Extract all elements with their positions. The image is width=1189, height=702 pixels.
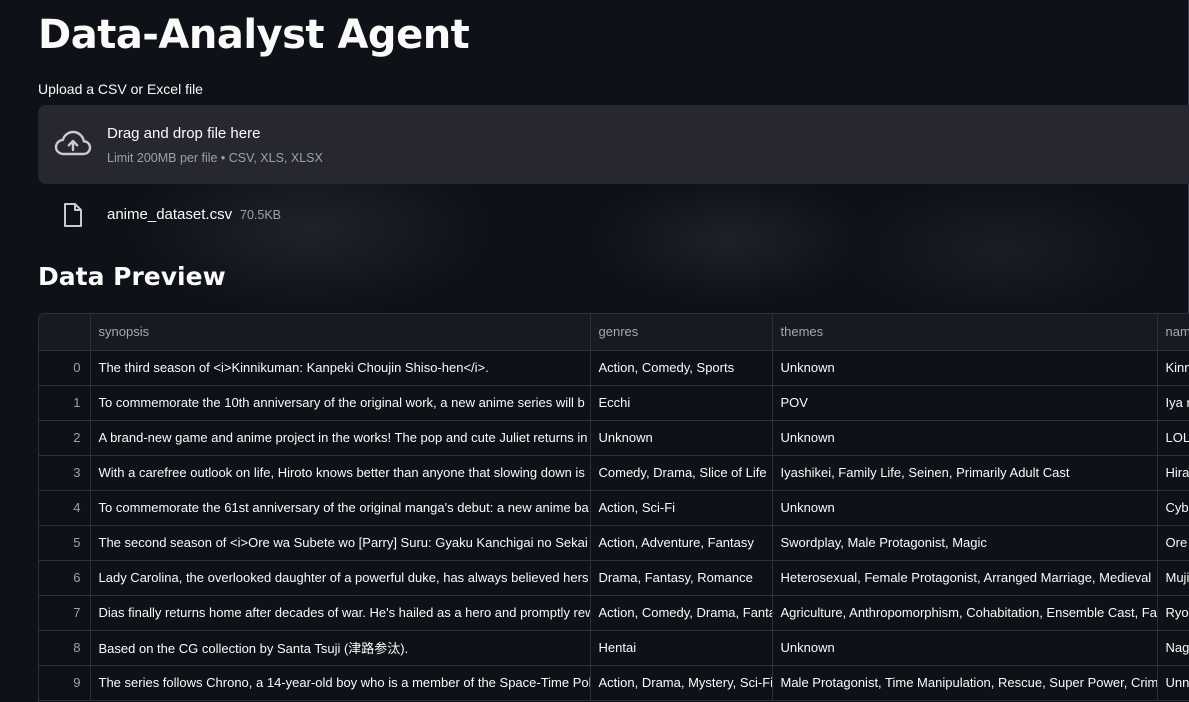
synopsis-cell[interactable]: To commemorate the 10th anniversary of t… <box>90 385 591 421</box>
themes-cell[interactable]: Unknown <box>772 420 1158 456</box>
row-index-cell[interactable]: 9 <box>39 665 91 701</box>
name-cell[interactable]: Ore <box>1157 525 1189 561</box>
table-row: 3 With a carefree outlook on life, Hiroto… <box>39 455 1189 491</box>
name-cell[interactable]: Nag <box>1157 630 1189 666</box>
uploaded-file-size: 70.5KB <box>240 208 282 222</box>
table-row: 9 The series follows Chrono, a 14-year-ol… <box>39 665 1189 701</box>
row-index-cell[interactable]: 2 <box>39 420 91 456</box>
data-preview-heading: Data Preview <box>38 262 226 291</box>
genres-cell[interactable]: Action, Comedy, Drama, Fanta <box>590 595 773 631</box>
data-preview-table: synopsis genres themes nam 0 The third se… <box>39 314 1189 701</box>
synopsis-cell[interactable]: With a carefree outlook on life, Hiroto … <box>90 455 591 491</box>
synopsis-cell[interactable]: The third season of <i>Kinnikuman: Kanpe… <box>90 350 591 386</box>
synopsis-cell[interactable]: A brand-new game and anime project in th… <box>90 420 591 456</box>
page-title: Data-Analyst Agent <box>38 12 470 58</box>
themes-cell[interactable]: Agriculture, Anthropomorphism, Cohabitat… <box>772 595 1158 631</box>
table-row: 0 The third season of <i>Kinnikuman: Kanp… <box>39 350 1189 386</box>
column-header-genres[interactable]: genres <box>590 314 773 351</box>
name-cell[interactable]: Unn <box>1157 665 1189 701</box>
genres-cell[interactable]: Action, Drama, Mystery, Sci-Fi <box>590 665 773 701</box>
themes-cell[interactable]: POV <box>772 385 1158 421</box>
synopsis-cell[interactable]: Based on the CG collection by Santa Tsuj… <box>90 630 591 666</box>
themes-cell[interactable]: Swordplay, Male Protagonist, Magic <box>772 525 1158 561</box>
column-header-themes[interactable]: themes <box>772 314 1158 351</box>
uploaded-file-item: anime_dataset.csv 70.5KB <box>38 196 1188 234</box>
genres-cell[interactable]: Hentai <box>590 630 773 666</box>
column-header-index[interactable] <box>39 314 91 351</box>
row-index-cell[interactable]: 0 <box>39 350 91 386</box>
name-cell[interactable]: Ryou <box>1157 595 1189 631</box>
row-index-cell[interactable]: 8 <box>39 630 91 666</box>
synopsis-cell[interactable]: Lady Carolina, the overlooked daughter o… <box>90 560 591 596</box>
table-row: 1 To commemorate the 10th anniversary of … <box>39 385 1189 421</box>
synopsis-cell[interactable]: The series follows Chrono, a 14-year-old… <box>90 665 591 701</box>
name-cell[interactable]: Iya n <box>1157 385 1189 421</box>
genres-cell[interactable]: Drama, Fantasy, Romance <box>590 560 773 596</box>
table-row: 2A brand-new game and anime project in t… <box>39 420 1189 456</box>
table-row: 5 The second season of <i>Ore wa Subete w… <box>39 525 1189 561</box>
name-cell[interactable]: LOL <box>1157 420 1189 456</box>
themes-cell[interactable]: Unknown <box>772 630 1158 666</box>
genres-cell[interactable]: Unknown <box>590 420 773 456</box>
table-header-row: synopsis genres themes nam <box>39 314 1189 351</box>
row-index-cell[interactable]: 5 <box>39 525 91 561</box>
name-cell[interactable]: Cybe <box>1157 490 1189 526</box>
synopsis-cell[interactable]: To commemorate the 61st anniversary of t… <box>90 490 591 526</box>
column-header-name[interactable]: nam <box>1157 314 1189 351</box>
genres-cell[interactable]: Ecchi <box>590 385 773 421</box>
name-cell[interactable]: Kinn <box>1157 350 1189 386</box>
genres-cell[interactable]: Action, Adventure, Fantasy <box>590 525 773 561</box>
name-cell[interactable]: Hira <box>1157 455 1189 491</box>
row-index-cell[interactable]: 3 <box>39 455 91 491</box>
table-row: 7 Dias finally returns home after decades… <box>39 595 1189 631</box>
themes-cell[interactable]: Male Protagonist, Time Manipulation, Res… <box>772 665 1158 701</box>
uploaded-file-name: anime_dataset.csv <box>107 206 233 223</box>
genres-cell[interactable]: Comedy, Drama, Slice of Life <box>590 455 773 491</box>
themes-cell[interactable]: Unknown <box>772 350 1158 386</box>
uploader-label: Upload a CSV or Excel file <box>38 81 203 97</box>
row-index-cell[interactable]: 7 <box>39 595 91 631</box>
themes-cell[interactable]: Iyashikei, Family Life, Seinen, Primaril… <box>772 455 1158 491</box>
cloud-upload-icon <box>54 130 92 156</box>
genres-cell[interactable]: Action, Comedy, Sports <box>590 350 773 386</box>
dropzone-instructions: Drag and drop file here <box>107 125 261 142</box>
themes-cell[interactable]: Heterosexual, Female Protagonist, Arrang… <box>772 560 1158 596</box>
row-index-cell[interactable]: 4 <box>39 490 91 526</box>
name-cell[interactable]: Muji <box>1157 560 1189 596</box>
app-page: Data-Analyst Agent Upload a CSV or Excel… <box>0 0 1189 702</box>
file-dropzone[interactable]: Drag and drop file here Limit 200MB per … <box>38 105 1189 184</box>
column-header-synopsis[interactable]: synopsis <box>90 314 591 351</box>
genres-cell[interactable]: Action, Sci-Fi <box>590 490 773 526</box>
row-index-cell[interactable]: 1 <box>39 385 91 421</box>
synopsis-cell[interactable]: The second season of <i>Ore wa Subete wo… <box>90 525 591 561</box>
table-row: 8 Based on the CG collection by Santa Tsu… <box>39 630 1189 666</box>
themes-cell[interactable]: Unknown <box>772 490 1158 526</box>
table-row: 4 To commemorate the 61st anniversary of … <box>39 490 1189 526</box>
row-index-cell[interactable]: 6 <box>39 560 91 596</box>
table-row: 6 Lady Carolina, the overlooked daughter … <box>39 560 1189 596</box>
synopsis-cell[interactable]: Dias finally returns home after decades … <box>90 595 591 631</box>
dropzone-limit-text: Limit 200MB per file • CSV, XLS, XLSX <box>107 151 323 165</box>
file-icon <box>64 203 82 227</box>
data-preview-grid[interactable]: synopsis genres themes nam 0 The third se… <box>38 313 1189 702</box>
